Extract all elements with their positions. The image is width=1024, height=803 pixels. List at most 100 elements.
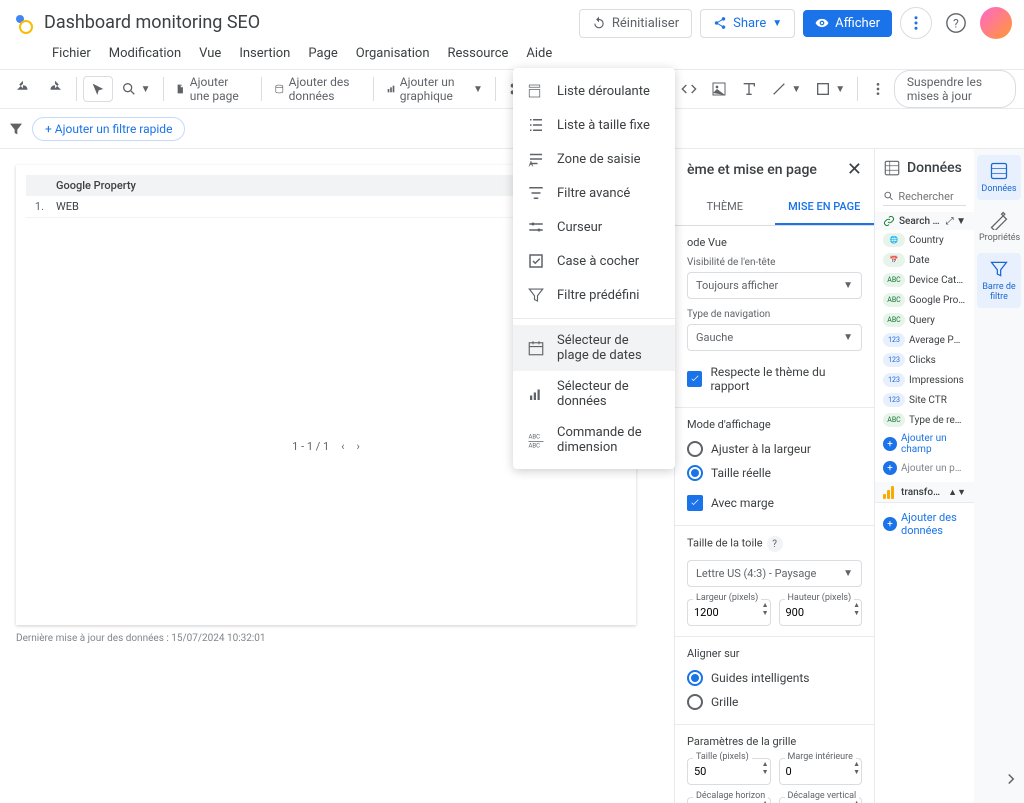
dd-item-daterange[interactable]: Sélecteur de plage de dates <box>513 325 675 371</box>
data-search[interactable] <box>883 187 966 206</box>
canvas-size-select[interactable]: Lettre US (4:3) - Paysage▼ <box>687 560 862 587</box>
eye-icon <box>815 16 829 30</box>
dd-item-dataselect[interactable]: Sélecteur de données <box>513 371 675 417</box>
menu-ressource[interactable]: Ressource <box>440 42 517 65</box>
cursor-tool[interactable] <box>83 76 113 102</box>
line-tool[interactable]: ▼ <box>765 77 807 101</box>
menu-page[interactable]: Page <box>300 42 345 65</box>
checkbox-checked-icon <box>687 495 703 511</box>
slider-icon <box>527 218 545 236</box>
dd-item-dimension[interactable]: ABCABCCommande de dimension <box>513 417 675 463</box>
tab-layout[interactable]: MISE EN PAGE <box>775 190 875 225</box>
dd-item-checkbox[interactable]: Case à cocher <box>513 244 675 278</box>
dd-item-list[interactable]: Liste déroulante <box>513 74 675 108</box>
grid-radio[interactable]: Grille <box>687 690 862 714</box>
field-row[interactable]: ABCDevice Category <box>875 270 974 290</box>
expand-icon[interactable] <box>1002 770 1020 792</box>
undo-tool[interactable] <box>8 76 38 102</box>
menu-insertion[interactable]: Insertion <box>231 42 298 65</box>
add-chart-tool[interactable]: Ajouter un graphique▼ <box>380 71 489 107</box>
add-param-link[interactable]: +Ajouter un paramètre <box>875 458 974 478</box>
dd-item-preset[interactable]: Filtre prédéfini <box>513 278 675 312</box>
field-row[interactable]: 123Site CTR <box>875 390 974 410</box>
add-field-link[interactable]: +Ajouter un champ <box>875 430 974 458</box>
smart-guides-radio[interactable]: Guides intelligents <box>687 666 862 690</box>
title-area: Dashboard monitoring SEO <box>44 12 579 34</box>
field-type-badge: 123 <box>883 333 905 347</box>
checkbox-checked-icon <box>687 371 702 387</box>
data-source-row-2[interactable]: transfonumerique....▲▼ <box>875 482 974 502</box>
redo-tool[interactable] <box>40 76 70 102</box>
grid-margin-input[interactable] <box>779 758 863 785</box>
help-button[interactable]: ? <box>940 7 972 39</box>
stepper-icon[interactable]: ▲▼ <box>853 601 860 617</box>
pager-prev[interactable]: ‹ <box>341 440 344 453</box>
last-update-text: Dernière mise à jour des données : 15/07… <box>16 633 658 644</box>
image-tool[interactable] <box>705 77 733 101</box>
actual-size-radio[interactable]: Taille réelle <box>687 461 862 485</box>
preset-icon <box>527 286 545 304</box>
dd-item-advfilter[interactable]: Filtre avancé <box>513 176 675 210</box>
menu-vue[interactable]: Vue <box>191 42 229 65</box>
menu-organisation[interactable]: Organisation <box>348 42 438 65</box>
filterbar: + Ajouter un filtre rapide <box>0 109 1024 149</box>
data-panel: Données Search Console htt...⤢ ▼ 🌐Countr… <box>874 149 974 803</box>
add-page-tool[interactable]: Ajouter une page <box>169 71 255 107</box>
rail-data[interactable]: Données <box>977 155 1021 200</box>
close-panel-icon[interactable]: ✕ <box>847 159 862 180</box>
add-filter-chip[interactable]: + Ajouter un filtre rapide <box>32 117 185 141</box>
shape-tool[interactable]: ▼ <box>809 77 851 101</box>
data-source-row[interactable]: Search Console htt...⤢ ▼ <box>875 212 974 230</box>
dd-item-slider[interactable]: Curseur <box>513 210 675 244</box>
fit-width-radio[interactable]: Ajuster à la largeur <box>687 437 862 461</box>
plus-icon: + <box>883 517 897 531</box>
field-row[interactable]: 123Average Position <box>875 330 974 350</box>
menu-aide[interactable]: Aide <box>518 42 560 65</box>
nav-type-select[interactable]: Gauche▼ <box>687 324 862 351</box>
rail-filterbar[interactable]: Barre de filtre <box>977 253 1021 308</box>
rail-properties[interactable]: Propriétés <box>977 204 1021 249</box>
grid-size-input[interactable] <box>687 758 771 785</box>
field-row[interactable]: 123Impressions <box>875 370 974 390</box>
dd-item-input[interactable]: AZone de saisie <box>513 142 675 176</box>
reset-button[interactable]: Réinitialiser <box>579 9 692 38</box>
add-data-footer[interactable]: +Ajouter des données <box>875 502 974 545</box>
text-tool[interactable] <box>735 77 763 101</box>
zoom-tool[interactable]: ▼ <box>115 77 157 101</box>
height-input[interactable] <box>779 599 863 626</box>
pager-next[interactable]: › <box>357 440 360 453</box>
avatar[interactable] <box>980 7 1012 39</box>
share-button[interactable]: Share▼ <box>700 9 795 38</box>
embed-tool[interactable] <box>675 77 703 101</box>
panel-title: ème et mise en page <box>687 162 817 178</box>
plus-icon: + <box>883 461 897 475</box>
view-button[interactable]: Afficher <box>803 10 892 37</box>
suspend-updates-button[interactable]: Suspendre les mises à jour <box>894 70 1016 108</box>
add-data-tool[interactable]: Ajouter des données <box>268 71 367 107</box>
with-margin-check[interactable]: Avec marge <box>687 491 862 515</box>
menu-modification[interactable]: Modification <box>101 42 189 65</box>
dd-item-fixedlist[interactable]: Liste à taille fixe <box>513 108 675 142</box>
more-vert-icon <box>907 14 925 32</box>
field-type-badge: 🌐 <box>883 233 905 247</box>
stepper-icon[interactable]: ▲▼ <box>762 601 769 617</box>
field-row[interactable]: ABCType de recherche <box>875 410 974 430</box>
respect-theme-check[interactable]: Respecte le thème du rapport <box>687 361 862 397</box>
width-input[interactable] <box>687 599 771 626</box>
field-row[interactable]: ABCQuery <box>875 310 974 330</box>
tab-theme[interactable]: THÈME <box>675 190 775 225</box>
right-rail: Données Propriétés Barre de filtre <box>974 149 1024 803</box>
more-button[interactable] <box>900 7 932 39</box>
col-header-property: Google Property <box>50 175 576 196</box>
daterange-icon <box>527 339 545 357</box>
help-icon[interactable]: ? <box>767 536 783 552</box>
doc-title[interactable]: Dashboard monitoring SEO <box>44 12 579 34</box>
menu-fichier[interactable]: Fichier <box>44 42 99 65</box>
header-visibility-select[interactable]: Toujours afficher▼ <box>687 272 862 299</box>
field-row[interactable]: ABCGoogle Property <box>875 290 974 310</box>
filter-icon[interactable] <box>8 121 24 137</box>
field-row[interactable]: 🌐Country <box>875 230 974 250</box>
field-row[interactable]: 📅Date <box>875 250 974 270</box>
toolbar-more[interactable] <box>864 77 892 101</box>
field-row[interactable]: 123Clicks <box>875 350 974 370</box>
